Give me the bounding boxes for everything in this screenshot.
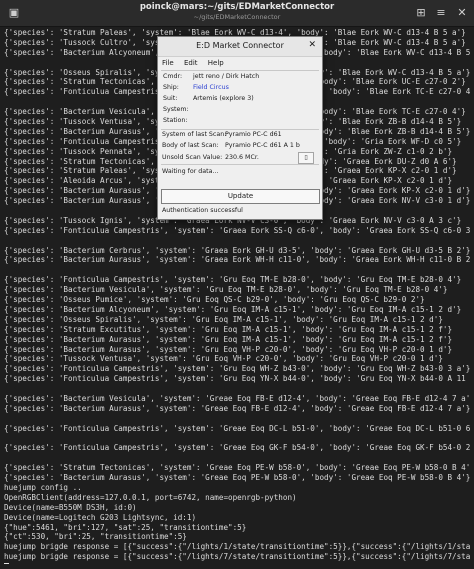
- update-button[interactable]: Update: [161, 189, 320, 204]
- unsold-scan-label: Unsold Scan Value:: [162, 154, 223, 161]
- close-icon[interactable]: ✕: [454, 5, 470, 21]
- edmc-close-icon[interactable]: ✕: [308, 40, 316, 50]
- terminal-line: {'species': 'Bacterium Aurasus', 'system…: [4, 334, 453, 344]
- menu-edit[interactable]: Edit: [184, 57, 198, 70]
- terminal-line: {"ct":530, "bri":25, "transitiontime":5}: [4, 532, 187, 542]
- terminal-line: {'species': 'Bacterium Cerbrus', 'system…: [4, 245, 470, 255]
- terminal-line: {'species': 'Bacterium Aurasus', 'system…: [4, 255, 470, 265]
- terminal-line: {'species': 'Tussock Ventusa', 'system':…: [4, 354, 443, 364]
- cursor-block: [4, 563, 9, 564]
- terminal-line: {'species': 'Fonticulua Campestris', 'sy…: [4, 443, 470, 453]
- terminal-titlebar: ▣ poinck@mars:~/gits/EDMarketConnector ~…: [0, 0, 474, 27]
- terminal-line: {'species': 'Bacterium Aurasus', 'system…: [4, 344, 453, 354]
- system-label: System:: [163, 106, 189, 113]
- cmdr-row: Cmdr: jett reno / Dirk Hatch: [158, 71, 322, 82]
- ship-row: Ship: Field Circus: [158, 82, 322, 93]
- terminal-line: {'species': 'Fonticulua Campestris', 'sy…: [4, 225, 470, 235]
- menu-file[interactable]: File: [162, 57, 174, 70]
- edmc-menubar: File Edit Help: [158, 57, 322, 70]
- terminal-subtitle: ~/gits/EDMarketConnector: [193, 13, 281, 21]
- terminal-line: {'species': 'Stratum Excutitus', 'system…: [4, 324, 453, 334]
- last-scan-system-label: System of last Scan:: [162, 131, 227, 138]
- terminal-line: {'species': 'Osseus Pumice', 'system': '…: [4, 295, 425, 305]
- terminal-line: {'species': 'Bacterium Aurasus', 'system…: [4, 403, 470, 413]
- edmc-titlebar: E:D Market Connector ✕: [158, 37, 322, 57]
- status-text: Waiting for data...: [162, 168, 219, 175]
- terminal-line: {'species': 'Osseus Spiralis', 'system':…: [4, 314, 443, 324]
- terminal-line: Device(name=Logitech G203 Lightsync, id:…: [4, 512, 197, 522]
- cmdr-value: jett reno / Dirk Hatch: [193, 73, 260, 80]
- edmc-window: E:D Market Connector ✕ File Edit Help Cm…: [157, 36, 323, 220]
- terminal-prompt[interactable]: [4, 562, 470, 564]
- terminal-line: {'species': 'Fonticulua Campestris', 'sy…: [4, 374, 470, 384]
- last-scan-body-row: Body of last Scan: Pyramio PC-C d61 A 1 …: [158, 141, 322, 152]
- auth-status: Authentication successful: [162, 207, 243, 214]
- terminal-line: {'species': 'Stratum Tectonicas', 'syste…: [4, 463, 470, 473]
- last-scan-system-row: System of last Scan: Pyramio PC-C d61: [158, 130, 322, 141]
- new-tab-icon[interactable]: ⊞: [413, 5, 429, 21]
- unsold-scan-row: Unsold Scan Value: 230.6 MCr. ▯: [158, 151, 322, 164]
- suit-label: Suit:: [163, 95, 178, 102]
- terminal-title: poinck@mars:~/gits/EDMarketConnector: [139, 2, 335, 12]
- terminal-line: {'species': 'Fonticulua Campestris', 'sy…: [4, 364, 470, 374]
- last-scan-body-label: Body of last Scan:: [162, 141, 219, 149]
- terminal-line: {'species': 'Bacterium Aurasus', 'system…: [4, 473, 470, 483]
- last-scan-system-value: Pyramio PC-C d61: [225, 131, 282, 138]
- terminal-line: {'species': 'Fonticulua Campestris', 'sy…: [4, 423, 470, 433]
- suit-row: Suit: Artemis (explore 3): [158, 93, 322, 104]
- cmdr-label: Cmdr:: [163, 73, 183, 80]
- ship-link[interactable]: Field Circus: [193, 82, 229, 93]
- terminal-line: {'species': 'Bacterium Alcyoneum', 'syst…: [4, 304, 462, 314]
- terminal-line: {'species': 'Fonticulua Campestris', 'sy…: [4, 275, 462, 285]
- terminal-line: huejump brigde response = [{"success":{"…: [4, 552, 470, 562]
- hamburger-menu-icon[interactable]: ≡: [433, 5, 449, 21]
- terminal-line: {'species': 'Bacterium Vesicula', 'syste…: [4, 393, 470, 403]
- station-label: Station:: [163, 117, 188, 124]
- terminal-line: OpenRGBClient(address=127.0.0.1, port=67…: [4, 492, 297, 502]
- terminal-line: {"hue":5461, "bri":127, "sat":25, "trans…: [4, 522, 247, 532]
- station-row: Station:: [158, 115, 322, 126]
- unsold-scan-value: 230.6 MCr.: [225, 154, 259, 161]
- terminal-line: huejump brigde response = [{"success":{"…: [4, 542, 470, 552]
- suit-value: Artemis (explore 3): [193, 95, 254, 102]
- clipboard-icon[interactable]: ▯: [298, 152, 314, 164]
- last-scan-body-value: Pyramio PC-C d61 A 1 b: [225, 141, 300, 149]
- terminal-line: huejump config ..: [4, 482, 82, 492]
- terminal-line: Device(name=B550M DS3H, id:0): [4, 502, 137, 512]
- edmc-title: E:D Market Connector: [196, 41, 284, 50]
- system-row: System:: [158, 104, 322, 115]
- ship-label: Ship:: [163, 84, 179, 91]
- terminal-line: {'species': 'Bacterium Vesicula', 'syste…: [4, 285, 448, 295]
- menu-help[interactable]: Help: [208, 57, 224, 70]
